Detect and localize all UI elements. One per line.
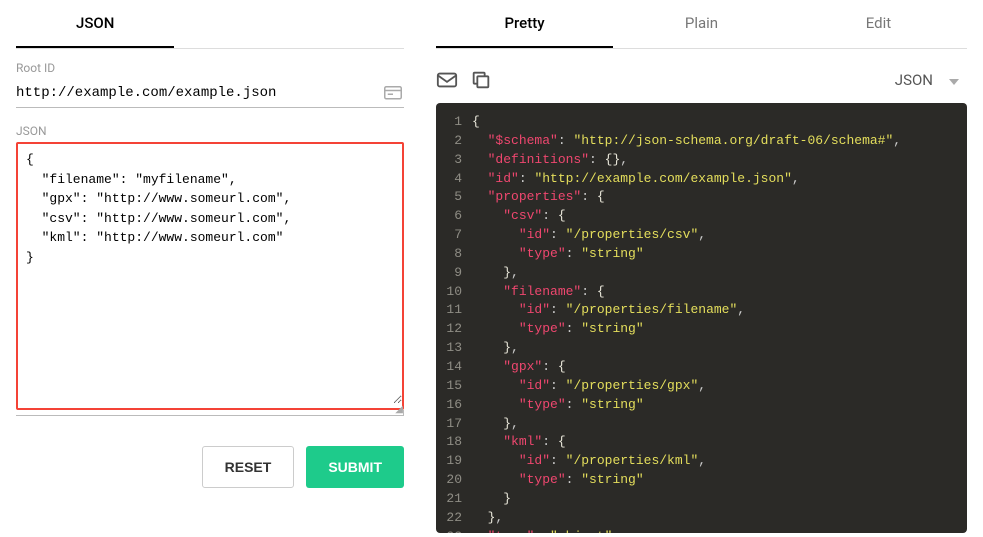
code-content: "type": "object": [472, 528, 612, 533]
code-line: 13 },: [436, 339, 967, 358]
tab-plain[interactable]: Plain: [613, 0, 790, 48]
code-content: "type": "string": [472, 320, 644, 339]
line-number: 16: [436, 396, 472, 415]
output-toolbar: JSON: [436, 61, 967, 103]
code-line: 6 "csv": {: [436, 207, 967, 226]
mail-icon[interactable]: [436, 69, 458, 91]
code-line: 1{: [436, 113, 967, 132]
code-line: 9 },: [436, 264, 967, 283]
line-number: 14: [436, 358, 472, 377]
code-content: "id": "/properties/csv",: [472, 226, 706, 245]
code-line: 10 "filename": {: [436, 283, 967, 302]
code-line: 5 "properties": {: [436, 188, 967, 207]
tab-pretty[interactable]: Pretty: [436, 0, 613, 48]
copy-icon[interactable]: [470, 69, 492, 91]
code-content: "id": "/properties/kml",: [472, 452, 706, 471]
json-label: JSON: [16, 124, 404, 138]
code-content: "filename": {: [472, 283, 605, 302]
code-line: 2 "$schema": "http://json-schema.org/dra…: [436, 132, 967, 151]
json-textarea[interactable]: [18, 144, 402, 404]
line-number: 9: [436, 264, 472, 283]
code-content: },: [472, 264, 519, 283]
json-textarea-highlight: [16, 142, 404, 410]
code-output[interactable]: 1{2 "$schema": "http://json-schema.org/d…: [436, 103, 967, 533]
format-select-value: JSON: [895, 71, 933, 89]
line-number: 3: [436, 151, 472, 170]
line-number: 1: [436, 113, 472, 132]
code-line: 4 "id": "http://example.com/example.json…: [436, 170, 967, 189]
line-number: 4: [436, 170, 472, 189]
root-id-row: [16, 79, 404, 108]
format-select[interactable]: JSON: [887, 67, 967, 93]
line-number: 18: [436, 433, 472, 452]
tab-edit[interactable]: Edit: [790, 0, 967, 48]
left-panel: JSON Root ID JSON ◢ RESET SUBMIT: [0, 0, 420, 537]
code-content: {: [472, 113, 480, 132]
code-content: "id": "http://example.com/example.json",: [472, 170, 800, 189]
code-line: 15 "id": "/properties/gpx",: [436, 377, 967, 396]
code-content: "type": "string": [472, 245, 644, 264]
code-content: "definitions": {},: [472, 151, 628, 170]
code-line: 12 "type": "string": [436, 320, 967, 339]
code-line: 16 "type": "string": [436, 396, 967, 415]
code-line: 3 "definitions": {},: [436, 151, 967, 170]
code-line: 18 "kml": {: [436, 433, 967, 452]
code-content: "type": "string": [472, 471, 644, 490]
resize-handle-icon[interactable]: ◢: [395, 404, 403, 415]
card-icon: [384, 86, 402, 100]
code-content: "id": "/properties/gpx",: [472, 377, 706, 396]
line-number: 11: [436, 301, 472, 320]
code-content: },: [472, 415, 519, 434]
code-line: 22 },: [436, 509, 967, 528]
line-number: 20: [436, 471, 472, 490]
code-content: "id": "/properties/filename",: [472, 301, 745, 320]
code-line: 8 "type": "string": [436, 245, 967, 264]
right-tabs: Pretty Plain Edit: [436, 0, 967, 49]
code-content: "csv": {: [472, 207, 566, 226]
root-id-input[interactable]: [16, 79, 404, 107]
submit-button[interactable]: SUBMIT: [306, 446, 404, 488]
code-line: 20 "type": "string": [436, 471, 967, 490]
code-content: "properties": {: [472, 188, 605, 207]
tab-json[interactable]: JSON: [16, 0, 174, 48]
line-number: 23: [436, 528, 472, 533]
code-content: "type": "string": [472, 396, 644, 415]
line-number: 19: [436, 452, 472, 471]
code-line: 14 "gpx": {: [436, 358, 967, 377]
code-line: 11 "id": "/properties/filename",: [436, 301, 967, 320]
left-tabs: JSON: [16, 0, 404, 49]
code-content: },: [472, 509, 503, 528]
code-line: 7 "id": "/properties/csv",: [436, 226, 967, 245]
line-number: 15: [436, 377, 472, 396]
code-content: },: [472, 339, 519, 358]
line-number: 10: [436, 283, 472, 302]
line-number: 6: [436, 207, 472, 226]
code-content: }: [472, 490, 511, 509]
right-panel: Pretty Plain Edit JSON 1{2 "$schema": [420, 0, 983, 537]
code-line: 19 "id": "/properties/kml",: [436, 452, 967, 471]
line-number: 12: [436, 320, 472, 339]
line-number: 5: [436, 188, 472, 207]
button-row: RESET SUBMIT: [16, 446, 404, 488]
line-number: 22: [436, 509, 472, 528]
reset-button[interactable]: RESET: [202, 446, 295, 488]
code-line: 23 "type": "object": [436, 528, 967, 533]
code-line: 21 }: [436, 490, 967, 509]
code-line: 17 },: [436, 415, 967, 434]
line-number: 21: [436, 490, 472, 509]
code-content: "$schema": "http://json-schema.org/draft…: [472, 132, 901, 151]
root-id-label: Root ID: [16, 61, 404, 75]
line-number: 2: [436, 132, 472, 151]
code-content: "gpx": {: [472, 358, 566, 377]
line-number: 7: [436, 226, 472, 245]
code-content: "kml": {: [472, 433, 566, 452]
line-number: 8: [436, 245, 472, 264]
line-number: 13: [436, 339, 472, 358]
chevron-down-icon: [949, 71, 959, 89]
textarea-underline: ◢: [16, 410, 404, 416]
line-number: 17: [436, 415, 472, 434]
